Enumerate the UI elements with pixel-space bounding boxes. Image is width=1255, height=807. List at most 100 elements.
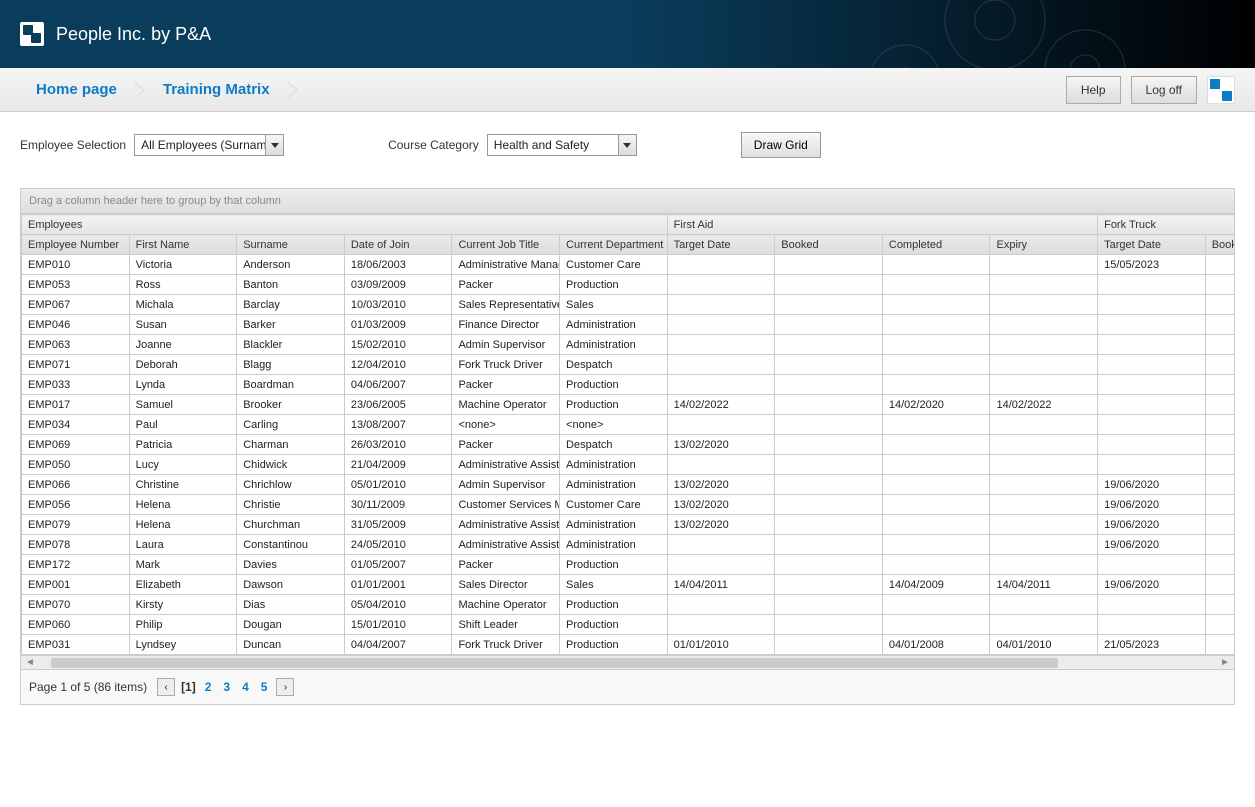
cell-fa_t[interactable] (667, 355, 775, 375)
cell-emp[interactable]: EMP066 (22, 475, 130, 495)
cell-emp[interactable]: EMP010 (22, 255, 130, 275)
cell-fa_t[interactable] (667, 295, 775, 315)
cell-ft_t[interactable] (1098, 615, 1206, 635)
cell-ft_b[interactable] (1205, 455, 1234, 475)
table-row[interactable]: EMP071DeborahBlagg12/04/2010Fork Truck D… (22, 355, 1235, 375)
cell-fn[interactable]: Helena (129, 495, 237, 515)
cell-sn[interactable]: Barclay (237, 295, 345, 315)
horizontal-scrollbar[interactable]: ◄ ► (21, 655, 1234, 669)
cell-fa_c[interactable] (882, 275, 990, 295)
cell-ft_t[interactable]: 19/06/2020 (1098, 535, 1206, 555)
cell-fa_e[interactable] (990, 295, 1098, 315)
cell-fa_e[interactable] (990, 315, 1098, 335)
cell-dept[interactable]: Despatch (560, 435, 668, 455)
cell-ft_b[interactable] (1205, 335, 1234, 355)
cell-fa_e[interactable] (990, 615, 1098, 635)
cell-ft_t[interactable] (1098, 435, 1206, 455)
cell-ft_b[interactable] (1205, 555, 1234, 575)
cell-emp[interactable]: EMP067 (22, 295, 130, 315)
cell-job[interactable]: Administrative Assistant (452, 535, 560, 555)
cell-doj[interactable]: 30/11/2009 (344, 495, 452, 515)
cell-fa_e[interactable] (990, 415, 1098, 435)
cell-ft_t[interactable]: 19/06/2020 (1098, 575, 1206, 595)
cell-ft_t[interactable] (1098, 355, 1206, 375)
cell-fa_c[interactable] (882, 435, 990, 455)
cell-sn[interactable]: Chidwick (237, 455, 345, 475)
cell-sn[interactable]: Dougan (237, 615, 345, 635)
cell-doj[interactable]: 01/03/2009 (344, 315, 452, 335)
cell-ft_b[interactable] (1205, 475, 1234, 495)
cell-emp[interactable]: EMP060 (22, 615, 130, 635)
cell-job[interactable]: Packer (452, 275, 560, 295)
cell-emp[interactable]: EMP063 (22, 335, 130, 355)
col-surname[interactable]: Surname (237, 235, 345, 255)
cell-fa_e[interactable] (990, 335, 1098, 355)
cell-ft_b[interactable] (1205, 315, 1234, 335)
cell-ft_t[interactable]: 21/05/2023 (1098, 635, 1206, 655)
cell-fa_e[interactable] (990, 555, 1098, 575)
table-row[interactable]: EMP066ChristineChrichlow05/01/2010Admin … (22, 475, 1235, 495)
cell-emp[interactable]: EMP033 (22, 375, 130, 395)
table-row[interactable]: EMP067MichalaBarclay10/03/2010Sales Repr… (22, 295, 1235, 315)
col-ft-booked[interactable]: Booked (1205, 235, 1234, 255)
draw-grid-button[interactable]: Draw Grid (741, 132, 821, 158)
cell-fa_b[interactable] (775, 455, 883, 475)
cell-doj[interactable]: 18/06/2003 (344, 255, 452, 275)
cell-fa_c[interactable] (882, 315, 990, 335)
cell-ft_t[interactable] (1098, 595, 1206, 615)
cell-ft_t[interactable] (1098, 555, 1206, 575)
band-first-aid[interactable]: First Aid (667, 215, 1097, 235)
cell-fa_c[interactable] (882, 555, 990, 575)
table-row[interactable]: EMP046SusanBarker01/03/2009Finance Direc… (22, 315, 1235, 335)
cell-fa_e[interactable] (990, 475, 1098, 495)
cell-ft_t[interactable] (1098, 315, 1206, 335)
cell-ft_b[interactable] (1205, 355, 1234, 375)
col-fa-target[interactable]: Target Date (667, 235, 775, 255)
pager-prev-button[interactable]: ‹ (157, 678, 175, 696)
cell-dept[interactable]: Sales (560, 575, 668, 595)
cell-emp[interactable]: EMP069 (22, 435, 130, 455)
cell-emp[interactable]: EMP050 (22, 455, 130, 475)
cell-doj[interactable]: 03/09/2009 (344, 275, 452, 295)
col-job-title[interactable]: Current Job Title (452, 235, 560, 255)
table-row[interactable]: EMP056HelenaChristie30/11/2009Customer S… (22, 495, 1235, 515)
cell-sn[interactable]: Christie (237, 495, 345, 515)
cell-fn[interactable]: Lucy (129, 455, 237, 475)
cell-doj[interactable]: 24/05/2010 (344, 535, 452, 555)
cell-doj[interactable]: 05/01/2010 (344, 475, 452, 495)
cell-ft_b[interactable] (1205, 375, 1234, 395)
employee-selection-dropdown[interactable]: All Employees (Surname ord (134, 134, 284, 156)
cell-ft_b[interactable] (1205, 255, 1234, 275)
scroll-right-icon[interactable]: ► (1218, 657, 1232, 669)
cell-emp[interactable]: EMP034 (22, 415, 130, 435)
cell-fa_b[interactable] (775, 635, 883, 655)
cell-dept[interactable]: Production (560, 555, 668, 575)
table-row[interactable]: EMP031LyndseyDuncan04/04/2007Fork Truck … (22, 635, 1235, 655)
cell-ft_b[interactable] (1205, 575, 1234, 595)
cell-fa_c[interactable] (882, 615, 990, 635)
cell-emp[interactable]: EMP053 (22, 275, 130, 295)
cell-fa_c[interactable] (882, 355, 990, 375)
cell-fa_b[interactable] (775, 575, 883, 595)
cell-dept[interactable]: Sales (560, 295, 668, 315)
cell-fa_t[interactable] (667, 315, 775, 335)
cell-fa_b[interactable] (775, 515, 883, 535)
cell-fa_b[interactable] (775, 275, 883, 295)
cell-sn[interactable]: Duncan (237, 635, 345, 655)
cell-dept[interactable]: Administration (560, 455, 668, 475)
cell-ft_t[interactable]: 19/06/2020 (1098, 495, 1206, 515)
cell-doj[interactable]: 04/04/2007 (344, 635, 452, 655)
cell-fa_t[interactable]: 14/02/2022 (667, 395, 775, 415)
cell-fa_b[interactable] (775, 335, 883, 355)
table-row[interactable]: EMP060PhilipDougan15/01/2010Shift Leader… (22, 615, 1235, 635)
cell-ft_b[interactable] (1205, 395, 1234, 415)
cell-doj[interactable]: 13/08/2007 (344, 415, 452, 435)
cell-fa_c[interactable] (882, 595, 990, 615)
cell-emp[interactable]: EMP046 (22, 315, 130, 335)
cell-doj[interactable]: 26/03/2010 (344, 435, 452, 455)
cell-sn[interactable]: Carling (237, 415, 345, 435)
cell-job[interactable]: Packer (452, 435, 560, 455)
cell-sn[interactable]: Anderson (237, 255, 345, 275)
cell-fa_e[interactable] (990, 355, 1098, 375)
table-row[interactable]: EMP010VictoriaAnderson18/06/2003Administ… (22, 255, 1235, 275)
